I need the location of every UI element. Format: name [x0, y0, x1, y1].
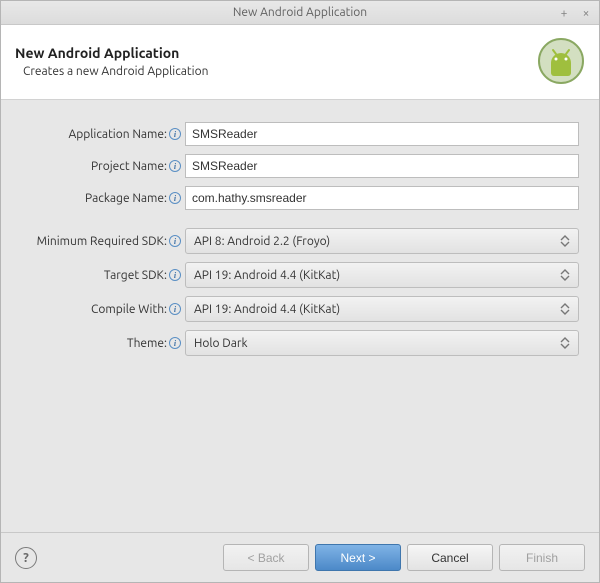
- dialog-window: New Android Application + × New Android …: [0, 0, 600, 583]
- theme-select[interactable]: Holo Dark: [185, 330, 579, 356]
- label-project-name: Project Name:: [91, 160, 167, 173]
- help-icon[interactable]: ?: [15, 547, 37, 569]
- label-theme: Theme:: [127, 337, 167, 350]
- info-icon[interactable]: i: [169, 192, 181, 204]
- target-sdk-select[interactable]: API 19: Android 4.4 (KitKat): [185, 262, 579, 288]
- label-min-sdk: Minimum Required SDK:: [37, 235, 167, 248]
- row-project-name: Project Name: i: [9, 154, 579, 178]
- target-sdk-value: API 19: Android 4.4 (KitKat): [194, 269, 340, 282]
- banner-heading: New Android Application: [15, 45, 208, 61]
- row-package-name: Package Name: i: [9, 186, 579, 210]
- application-name-input[interactable]: [185, 122, 579, 146]
- label-application-name: Application Name:: [68, 128, 167, 141]
- dropdown-spin-icon: [560, 299, 574, 319]
- dropdown-spin-icon: [560, 231, 574, 251]
- cancel-button[interactable]: Cancel: [407, 544, 493, 571]
- wizard-banner: New Android Application Creates a new An…: [1, 25, 599, 100]
- label-target-sdk: Target SDK:: [104, 269, 167, 282]
- button-bar: ? < Back Next > Cancel Finish: [1, 532, 599, 582]
- android-icon: [537, 37, 585, 85]
- info-icon[interactable]: i: [169, 128, 181, 140]
- info-icon[interactable]: i: [169, 160, 181, 172]
- maximize-icon[interactable]: +: [557, 7, 571, 20]
- banner-subtitle: Creates a new Android Application: [15, 65, 208, 78]
- next-button[interactable]: Next >: [315, 544, 401, 571]
- banner-text: New Android Application Creates a new An…: [15, 45, 208, 78]
- info-icon[interactable]: i: [169, 337, 181, 349]
- package-name-input[interactable]: [185, 186, 579, 210]
- min-sdk-value: API 8: Android 2.2 (Froyo): [194, 235, 330, 248]
- back-button[interactable]: < Back: [223, 544, 309, 571]
- min-sdk-select[interactable]: API 8: Android 2.2 (Froyo): [185, 228, 579, 254]
- label-package-name: Package Name:: [85, 192, 167, 205]
- finish-button[interactable]: Finish: [499, 544, 585, 571]
- label-compile-with: Compile With:: [91, 303, 167, 316]
- titlebar: New Android Application + ×: [1, 1, 599, 25]
- info-icon[interactable]: i: [169, 269, 181, 281]
- window-controls: + ×: [557, 1, 593, 25]
- info-icon[interactable]: i: [169, 303, 181, 315]
- row-min-sdk: Minimum Required SDK: i API 8: Android 2…: [9, 228, 579, 254]
- close-icon[interactable]: ×: [579, 7, 593, 20]
- form-area: Application Name: i Project Name: i Pack…: [1, 100, 599, 532]
- compile-with-select[interactable]: API 19: Android 4.4 (KitKat): [185, 296, 579, 322]
- row-compile-with: Compile With: i API 19: Android 4.4 (Kit…: [9, 296, 579, 322]
- project-name-input[interactable]: [185, 154, 579, 178]
- row-application-name: Application Name: i: [9, 122, 579, 146]
- window-title: New Android Application: [233, 6, 367, 19]
- dropdown-spin-icon: [560, 333, 574, 353]
- row-target-sdk: Target SDK: i API 19: Android 4.4 (KitKa…: [9, 262, 579, 288]
- theme-value: Holo Dark: [194, 337, 248, 350]
- compile-with-value: API 19: Android 4.4 (KitKat): [194, 303, 340, 316]
- info-icon[interactable]: i: [169, 235, 181, 247]
- row-theme: Theme: i Holo Dark: [9, 330, 579, 356]
- dropdown-spin-icon: [560, 265, 574, 285]
